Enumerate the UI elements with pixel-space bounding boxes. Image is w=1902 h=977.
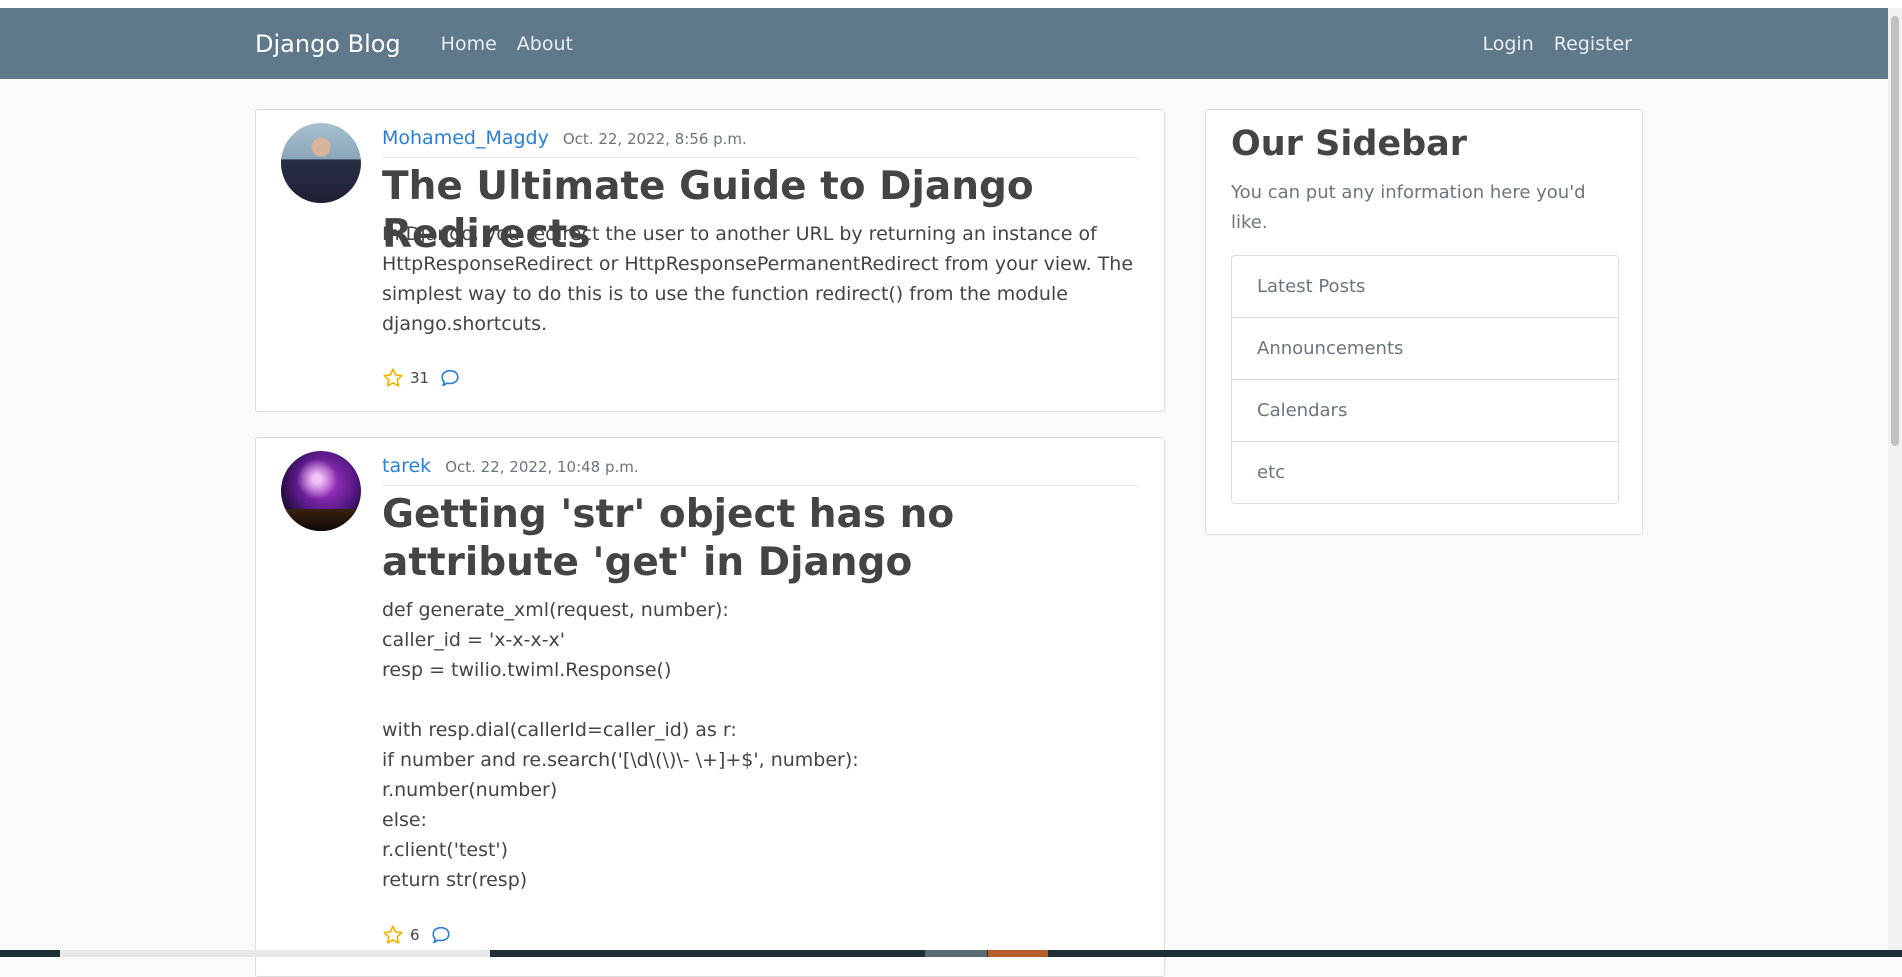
sidebar-item-calendars[interactable]: Calendars bbox=[1232, 379, 1618, 441]
sidebar-list: Latest Posts Announcements Calendars etc bbox=[1231, 255, 1619, 504]
content-line: def generate_xml(request, number): bbox=[382, 599, 729, 621]
brand-link[interactable]: Django Blog bbox=[255, 30, 401, 58]
page-scrollbar[interactable] bbox=[1888, 8, 1902, 957]
star-icon[interactable] bbox=[382, 367, 404, 389]
post-card: tarek Oct. 22, 2022, 10:48 p.m. Getting … bbox=[255, 437, 1165, 977]
sidebar-title: Our Sidebar bbox=[1231, 124, 1468, 164]
post-meta: tarek Oct. 22, 2022, 10:48 p.m. bbox=[382, 455, 1139, 486]
post-date: Oct. 22, 2022, 8:56 p.m. bbox=[562, 130, 747, 148]
star-icon[interactable] bbox=[382, 924, 404, 946]
content-line: if number and re.search('[\d\(\)\- \+]+$… bbox=[382, 749, 859, 771]
post-meta: Mohamed_Magdy Oct. 22, 2022, 8:56 p.m. bbox=[382, 127, 1139, 158]
like-count: 31 bbox=[410, 369, 430, 387]
post-content: In Django, you redirect the user to anot… bbox=[382, 223, 1134, 335]
sidebar: Our Sidebar You can put any information … bbox=[1205, 109, 1643, 535]
author-link[interactable]: Mohamed_Magdy bbox=[382, 127, 549, 149]
post-card: Mohamed_Magdy Oct. 22, 2022, 8:56 p.m. T… bbox=[255, 109, 1165, 412]
content-line: resp = twilio.twiml.Response() bbox=[382, 659, 672, 681]
sidebar-item-latest-posts[interactable]: Latest Posts bbox=[1232, 256, 1618, 317]
author-link[interactable]: tarek bbox=[382, 455, 431, 477]
comment-icon[interactable] bbox=[439, 367, 461, 389]
content-line: r.client('test') bbox=[382, 839, 509, 861]
sidebar-item-etc[interactable]: etc bbox=[1232, 441, 1618, 503]
author-avatar[interactable] bbox=[281, 451, 361, 531]
sidebar-description: You can put any information here you'd l… bbox=[1231, 182, 1586, 233]
content-line: return str(resp) bbox=[382, 869, 528, 891]
scrollbar-thumb[interactable] bbox=[1891, 16, 1899, 446]
author-avatar[interactable] bbox=[281, 123, 361, 203]
sidebar-item-announcements[interactable]: Announcements bbox=[1232, 317, 1618, 379]
content-line: caller_id = 'x-x-x-x' bbox=[382, 629, 565, 651]
nav-home-link[interactable]: Home bbox=[441, 33, 497, 55]
post-title[interactable]: Getting 'str' object has no attribute 'g… bbox=[382, 491, 1139, 587]
taskbar bbox=[0, 950, 1902, 957]
nav-register-link[interactable]: Register bbox=[1554, 33, 1632, 55]
post-actions: 6 bbox=[382, 924, 452, 946]
navbar-right: Login Register bbox=[1463, 33, 1633, 55]
content-line: r.number(number) bbox=[382, 779, 558, 801]
taskbar-item[interactable] bbox=[925, 950, 987, 957]
post-date: Oct. 22, 2022, 10:48 p.m. bbox=[445, 458, 639, 476]
post-content: def generate_xml(request, number): calle… bbox=[382, 595, 1139, 895]
nav-login-link[interactable]: Login bbox=[1483, 33, 1534, 55]
browser-top-strip bbox=[0, 0, 1902, 8]
comment-icon[interactable] bbox=[430, 924, 452, 946]
taskbar-item[interactable] bbox=[60, 950, 490, 957]
like-count: 6 bbox=[410, 926, 420, 944]
nav-about-link[interactable]: About bbox=[517, 33, 573, 55]
post-actions: 31 bbox=[382, 367, 461, 389]
content-line: with resp.dial(callerId=caller_id) as r: bbox=[382, 719, 737, 741]
navbar-inner: Django Blog Home About Login Register bbox=[255, 8, 1632, 79]
content-line: else: bbox=[382, 809, 427, 831]
navbar: Django Blog Home About Login Register bbox=[0, 8, 1902, 79]
content-line bbox=[382, 685, 1139, 715]
taskbar-item[interactable] bbox=[988, 950, 1048, 957]
